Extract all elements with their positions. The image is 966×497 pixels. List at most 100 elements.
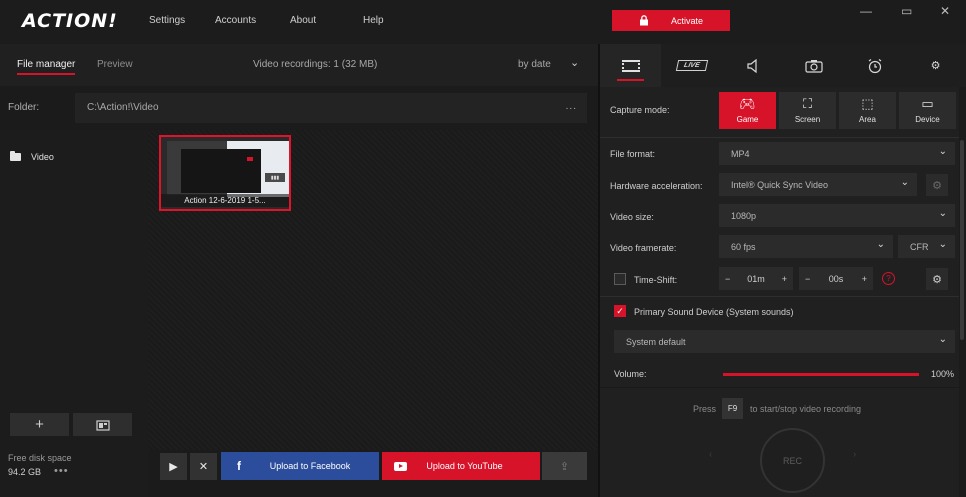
menu-accounts[interactable]: Accounts: [215, 15, 256, 26]
restore-icon[interactable]: ▭: [901, 4, 912, 18]
upload-button[interactable]: ⇪: [542, 452, 587, 480]
recording-thumbnail[interactable]: ▮▮▮ Action 12-6-2019 1-5...: [159, 135, 291, 211]
close-icon[interactable]: ✕: [940, 4, 950, 18]
help-icon[interactable]: ?: [882, 272, 895, 285]
capture-mode-label: Capture mode:: [610, 105, 670, 115]
folder-label: Folder:: [8, 102, 40, 113]
timeshift-label: Time-Shift:: [634, 275, 678, 285]
capture-mode-screen[interactable]: ⛶ Screen: [779, 92, 836, 129]
delete-button[interactable]: ✕: [190, 453, 217, 480]
play-icon: ▶: [169, 461, 178, 473]
gamepad-icon: 🎮︎: [739, 96, 756, 111]
minimize-icon[interactable]: —: [860, 4, 872, 18]
tab-preview[interactable]: Preview: [97, 59, 133, 70]
live-icon: LIVE: [675, 60, 708, 71]
capture-mode-game-label: Game: [736, 115, 759, 124]
tab-screenshot[interactable]: [783, 44, 844, 87]
minus-icon[interactable]: −: [725, 274, 730, 284]
timeshift-minutes-stepper[interactable]: − 01m +: [719, 267, 793, 290]
settings-scrollbar[interactable]: [960, 140, 964, 340]
folder-path: C:\Action!\Video: [87, 102, 159, 113]
capture-mode-game[interactable]: 🎮︎ Game: [719, 92, 776, 129]
framerate-value: 60 fps: [731, 241, 756, 252]
separator: [600, 296, 959, 297]
tab-video[interactable]: [600, 44, 661, 87]
timeshift-settings-button[interactable]: ⚙: [926, 268, 948, 290]
tab-audio[interactable]: [722, 44, 783, 87]
hw-accel-settings-button[interactable]: ⚙: [926, 174, 948, 196]
file-format-select[interactable]: MP4 ⌄: [719, 142, 955, 165]
menu-help[interactable]: Help: [363, 15, 384, 26]
sound-device-select[interactable]: System default ⌄: [614, 330, 955, 353]
film-icon: [621, 59, 640, 72]
gear-icon: ⚙: [932, 179, 942, 192]
tab-live[interactable]: LIVE: [661, 44, 722, 87]
menu-about[interactable]: About: [290, 15, 316, 26]
capture-mode-device[interactable]: ▭ Device: [899, 92, 956, 129]
tree-item-video[interactable]: Video: [10, 151, 54, 162]
sound-device-value: System default: [626, 336, 686, 347]
title-bar: ACTION! Settings Accounts About Help Act…: [0, 0, 966, 44]
volume-label: Volume:: [614, 369, 647, 379]
volume-slider[interactable]: [723, 373, 919, 376]
upload-youtube-button[interactable]: Upload to YouTube: [382, 452, 540, 480]
capture-mode-screen-label: Screen: [794, 115, 821, 124]
tab-settings[interactable]: ⚙: [905, 44, 966, 87]
video-settings-panel: Capture mode: 🎮︎ Game ⛶ Screen ⬚ Area ▭ …: [600, 87, 959, 497]
browse-folder-button[interactable]: ...: [566, 101, 577, 112]
thumbnail-badge: ▮▮▮: [265, 173, 285, 182]
upload-facebook-button[interactable]: f Upload to Facebook: [221, 452, 379, 480]
video-size-label: Video size:: [610, 212, 654, 222]
lock-icon: [639, 15, 648, 26]
framerate-mode-select[interactable]: CFR ⌄: [898, 235, 955, 258]
hw-accel-select[interactable]: Intel® Quick Sync Video ⌄: [719, 173, 917, 196]
speaker-icon: [746, 58, 757, 73]
chevron-down-icon: ⌄: [900, 177, 909, 188]
separator: [600, 137, 959, 138]
framerate-select[interactable]: 60 fps ⌄: [719, 235, 893, 258]
plus-icon[interactable]: +: [782, 274, 787, 284]
video-size-value: 1080p: [731, 210, 757, 221]
thumbnail-preview: [167, 141, 289, 197]
disk-more-icon[interactable]: •••: [54, 465, 69, 477]
timeshift-seconds-value: 00s: [828, 273, 844, 284]
chevron-left-icon: ‹: [709, 449, 713, 460]
hotkey-badge: F9: [722, 398, 743, 419]
framerate-label: Video framerate:: [610, 243, 677, 253]
menu-settings[interactable]: Settings: [149, 15, 185, 26]
upload-icon: ⇪: [559, 460, 570, 473]
play-button[interactable]: ▶: [160, 453, 187, 480]
minus-icon[interactable]: −: [805, 274, 810, 284]
record-button[interactable]: REC: [760, 428, 825, 493]
separator: [600, 387, 959, 388]
disk-space-label: Free disk space: [8, 453, 72, 463]
timeshift-checkbox[interactable]: [614, 273, 626, 285]
chevron-right-icon: ›: [853, 449, 857, 460]
framerate-mode-value: CFR: [910, 241, 929, 252]
area-icon: ⬚: [861, 96, 874, 111]
alarm-clock-icon: [868, 58, 881, 73]
activate-label: Activate: [670, 15, 703, 26]
chevron-down-icon[interactable]: ⌄: [570, 56, 579, 69]
app-logo: ACTION!: [22, 10, 118, 32]
sound-device-label: Primary Sound Device (System sounds): [634, 307, 794, 317]
capture-mode-area[interactable]: ⬚ Area: [839, 92, 896, 129]
capture-mode-area-label: Area: [859, 115, 876, 124]
add-folder-button[interactable]: +: [10, 413, 69, 436]
plus-icon[interactable]: +: [862, 274, 867, 284]
tab-file-manager[interactable]: File manager: [17, 59, 76, 75]
video-size-select[interactable]: 1080p ⌄: [719, 204, 955, 227]
volume-value: 100%: [931, 369, 955, 379]
hw-accel-label: Hardware acceleration:: [610, 181, 703, 191]
folder-tree: Video + Free disk space 94.2 GB •••: [0, 130, 148, 497]
sort-select[interactable]: by date: [518, 59, 551, 70]
chevron-down-icon: ⌄: [876, 239, 885, 250]
activate-button[interactable]: Activate: [612, 10, 730, 31]
open-folder-button[interactable]: [73, 413, 132, 436]
capture-mode-device-label: Device: [915, 115, 940, 124]
timeshift-seconds-stepper[interactable]: − 00s +: [799, 267, 873, 290]
recording-title: Action 12-6-2019 1-5...: [161, 194, 289, 207]
tab-schedule[interactable]: [844, 44, 905, 87]
folder-path-field[interactable]: C:\Action!\Video ...: [75, 93, 587, 123]
sound-device-checkbox[interactable]: ✓: [614, 305, 626, 317]
